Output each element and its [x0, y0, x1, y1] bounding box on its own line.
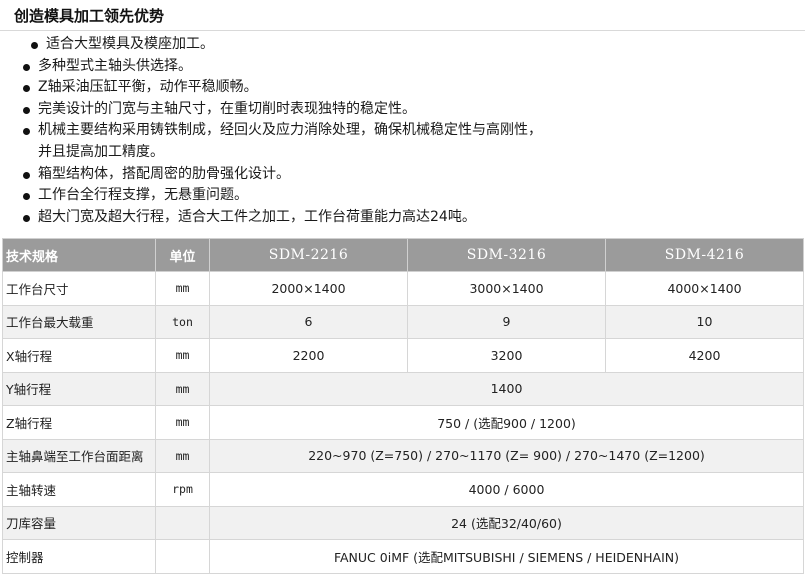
feature-item: 适合大型模具及模座加工。 — [0, 34, 805, 56]
feature-item: 工作台全行程支撑，无悬重问题。 — [0, 185, 805, 207]
bullet-icon — [31, 42, 38, 49]
header-spec: 技术规格 — [2, 238, 156, 272]
cell-value: 4000×1400 — [605, 271, 804, 306]
feature-list: 适合大型模具及模座加工。 多种型式主轴头供选择。 Z轴采油压缸平衡，动作平稳顺畅… — [0, 34, 805, 228]
feature-item: Z轴采油压缸平衡，动作平稳顺畅。 — [0, 77, 805, 99]
table-row: Z轴行程 mm 750 / (选配900 / 1200) — [2, 405, 804, 440]
bullet-icon — [23, 85, 30, 93]
bullet-icon — [23, 128, 30, 136]
feature-text: 超大门宽及超大行程，适合大工件之加工，工作台荷重能力高达24吨。 — [38, 208, 476, 225]
spec-table: 技术规格 单位 SDM-2216 SDM-3216 SDM-4216 工作台尺寸… — [2, 238, 804, 574]
cell-value-merged: 4000 / 6000 — [209, 472, 804, 507]
table-header-row: 技术规格 单位 SDM-2216 SDM-3216 SDM-4216 — [2, 238, 804, 272]
feature-text: 完美设计的门宽与主轴尺寸，在重切削时表现独特的稳定性。 — [38, 100, 416, 117]
row-unit: ton — [155, 304, 210, 339]
row-unit: mm — [155, 271, 210, 306]
cell-value: 2200 — [209, 338, 408, 373]
cell-value: 3000×1400 — [407, 271, 606, 306]
row-unit: rpm — [155, 472, 210, 507]
table-row: 主轴转速 rpm 4000 / 6000 — [2, 472, 804, 507]
table-row: 工作台最大载重 ton 6 9 10 — [2, 304, 804, 339]
row-label: X轴行程 — [2, 338, 156, 373]
table-row: 刀库容量 24 (选配32/40/60) — [2, 505, 804, 540]
cell-value: 10 — [605, 304, 804, 339]
cell-value: 2000×1400 — [209, 271, 408, 306]
cell-value-merged: 220~970 (Z=750) / 270~1170 (Z= 900) / 27… — [209, 438, 804, 473]
header-model-sdm-3216: SDM-3216 — [407, 238, 606, 272]
cell-value: 4200 — [605, 338, 804, 373]
feature-text: 并且提高加工精度。 — [38, 143, 164, 160]
cell-value-merged: 24 (选配32/40/60) — [209, 505, 804, 540]
row-unit — [155, 539, 210, 574]
feature-item: 机械主要结构采用铸铁制成，经回火及应力消除处理，确保机械稳定性与高刚性， — [0, 120, 805, 142]
table-row: 控制器 FANUC 0iMF (选配MITSUBISHI / SIEMENS /… — [2, 539, 804, 574]
table-row: Y轴行程 mm 1400 — [2, 371, 804, 406]
feature-item: 超大门宽及超大行程，适合大工件之加工，工作台荷重能力高达24吨。 — [0, 207, 805, 229]
row-label: 工作台最大载重 — [2, 304, 156, 339]
feature-item: 完美设计的门宽与主轴尺寸，在重切削时表现独特的稳定性。 — [0, 99, 805, 121]
row-unit: mm — [155, 438, 210, 473]
row-label: 控制器 — [2, 539, 156, 574]
row-unit: mm — [155, 338, 210, 373]
page-title: 创造模具加工领先优势 — [14, 7, 165, 25]
feature-text: 机械主要结构采用铸铁制成，经回火及应力消除处理，确保机械稳定性与高刚性， — [38, 122, 542, 139]
bullet-icon — [23, 214, 30, 222]
feature-text: 箱型结构体，搭配周密的肋骨强化设计。 — [38, 165, 290, 182]
header-model-sdm-4216: SDM-4216 — [605, 238, 804, 272]
feature-text: 适合大型模具及模座加工。 — [46, 36, 214, 52]
row-label: Z轴行程 — [2, 405, 156, 440]
row-unit — [155, 505, 210, 540]
bullet-icon — [23, 106, 30, 114]
table-row: X轴行程 mm 2200 3200 4200 — [2, 338, 804, 373]
cell-value-merged: 1400 — [209, 371, 804, 406]
title-divider — [0, 30, 805, 31]
feature-item: 多种型式主轴头供选择。 — [0, 56, 805, 78]
bullet-icon — [23, 171, 30, 179]
cell-value: 6 — [209, 304, 408, 339]
bullet-icon — [23, 193, 30, 201]
table-row: 主轴鼻端至工作台面距离 mm 220~970 (Z=750) / 270~117… — [2, 438, 804, 473]
bullet-icon — [23, 63, 30, 71]
cell-value-merged: 750 / (选配900 / 1200) — [209, 405, 804, 440]
row-label: 主轴鼻端至工作台面距离 — [2, 438, 156, 473]
feature-text: Z轴采油压缸平衡，动作平稳顺畅。 — [38, 79, 258, 96]
feature-text: 工作台全行程支撑，无悬重问题。 — [38, 187, 248, 204]
row-label: 主轴转速 — [2, 472, 156, 507]
header-model-sdm-2216: SDM-2216 — [209, 238, 408, 272]
cell-value: 9 — [407, 304, 606, 339]
table-row: 工作台尺寸 mm 2000×1400 3000×1400 4000×1400 — [2, 271, 804, 306]
row-label: 工作台尺寸 — [2, 271, 156, 306]
row-unit: mm — [155, 371, 210, 406]
header-unit: 单位 — [155, 238, 210, 272]
feature-item-continuation: 并且提高加工精度。 — [0, 142, 805, 164]
cell-value-merged: FANUC 0iMF (选配MITSUBISHI / SIEMENS / HEI… — [209, 539, 804, 574]
row-unit: mm — [155, 405, 210, 440]
feature-item: 箱型结构体，搭配周密的肋骨强化设计。 — [0, 164, 805, 186]
feature-text: 多种型式主轴头供选择。 — [38, 57, 192, 74]
row-label: Y轴行程 — [2, 371, 156, 406]
cell-value: 3200 — [407, 338, 606, 373]
row-label: 刀库容量 — [2, 505, 156, 540]
